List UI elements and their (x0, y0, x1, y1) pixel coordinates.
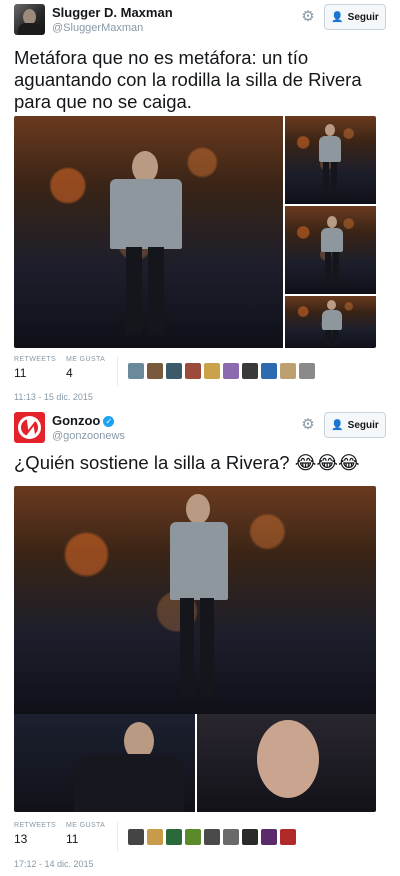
retweet-count[interactable]: RETWEETS 13 (14, 822, 56, 846)
tweet-header: Slugger D. Maxman @SluggerMaxman ⚙ 👤 Seg… (14, 4, 386, 38)
media-photo-2[interactable] (285, 116, 376, 204)
tweet-media[interactable] (14, 116, 376, 348)
media-photo-4[interactable] (285, 296, 376, 348)
avatar[interactable] (14, 412, 45, 443)
liker-avatars (128, 363, 315, 379)
liker-avatar[interactable] (223, 363, 239, 379)
follow-button[interactable]: 👤 Seguir (324, 4, 386, 30)
person-add-icon: 👤 (331, 419, 344, 431)
media-photo-2[interactable] (14, 714, 195, 812)
like-count[interactable]: ME GUSTA 11 (66, 822, 105, 846)
tweet-stats: RETWEETS 11 ME GUSTA 4 (14, 356, 386, 386)
liker-avatar[interactable] (128, 829, 144, 845)
likes-label: ME GUSTA (66, 356, 106, 363)
liker-avatar[interactable] (147, 829, 163, 845)
liker-avatar[interactable] (128, 363, 144, 379)
avatar-body (18, 23, 41, 35)
likes-value: 11 (66, 832, 79, 846)
liker-avatar[interactable] (280, 363, 296, 379)
stats-divider (117, 822, 118, 852)
like-count[interactable]: ME GUSTA 4 (66, 356, 105, 380)
tweet-header: Gonzoo ✓ @gonzoonews ⚙ 👤 Seguir (14, 412, 386, 446)
likes-label: ME GUSTA (66, 822, 106, 829)
liker-avatar[interactable] (185, 829, 201, 845)
liker-avatar[interactable] (261, 829, 277, 845)
liker-avatars (128, 829, 296, 845)
liker-avatar[interactable] (166, 363, 182, 379)
media-photo-main[interactable] (14, 116, 283, 348)
liker-avatar[interactable] (223, 829, 239, 845)
gear-icon[interactable]: ⚙ (300, 9, 316, 25)
follow-label: Seguir (347, 11, 379, 23)
tweet-timestamp[interactable]: 11:13 - 15 dic. 2015 (14, 392, 93, 402)
liker-avatar[interactable] (147, 363, 163, 379)
liker-avatar[interactable] (299, 363, 315, 379)
photo-figure (102, 151, 192, 341)
retweets-value: 11 (14, 366, 27, 380)
user-handle[interactable]: @SluggerMaxman (52, 22, 143, 34)
tweet-media[interactable] (14, 486, 376, 812)
follow-button[interactable]: 👤 Seguir (324, 412, 386, 438)
follow-label: Seguir (347, 419, 379, 431)
tweet-stats: RETWEETS 13 ME GUSTA 11 (14, 822, 386, 852)
verified-badge-icon: ✓ (103, 416, 115, 427)
liker-avatar[interactable] (185, 363, 201, 379)
avatar[interactable] (14, 4, 45, 35)
retweets-value: 13 (14, 832, 28, 846)
likes-value: 4 (66, 366, 73, 380)
tweet-text: Metáfora que no es metáfora: un tío agua… (14, 47, 362, 112)
media-photo-3[interactable] (285, 206, 376, 294)
display-name[interactable]: Slugger D. Maxman (52, 5, 173, 20)
gear-icon[interactable]: ⚙ (300, 417, 316, 433)
photo-figure (164, 494, 234, 704)
tweet-1: Slugger D. Maxman @SluggerMaxman ⚙ 👤 Seg… (0, 0, 400, 402)
tweet-text: ¿Quién sostiene la silla a Rivera? 😂😂😂 (14, 452, 360, 473)
liker-avatar[interactable] (280, 829, 296, 845)
liker-avatar[interactable] (242, 363, 258, 379)
display-name[interactable]: Gonzoo ✓ (52, 413, 115, 428)
retweets-label: RETWEETS (14, 822, 57, 829)
retweet-count[interactable]: RETWEETS 11 (14, 356, 56, 380)
retweets-label: RETWEETS (14, 356, 57, 363)
stats-divider (117, 356, 118, 386)
media-photo-3[interactable] (197, 714, 376, 812)
tweet-timestamp[interactable]: 17:12 - 14 dic. 2015 (14, 859, 94, 869)
liker-avatar[interactable] (242, 829, 258, 845)
liker-avatar[interactable] (261, 363, 277, 379)
user-handle[interactable]: @gonzoonews (52, 430, 125, 442)
liker-avatar[interactable] (166, 829, 182, 845)
media-photo-main[interactable] (14, 486, 376, 714)
display-name-text: Gonzoo (52, 413, 101, 428)
liker-avatar[interactable] (204, 363, 220, 379)
tweet-2: Gonzoo ✓ @gonzoonews ⚙ 👤 Seguir ¿Quién so… (0, 404, 400, 876)
person-add-icon: 👤 (331, 11, 344, 23)
liker-avatar[interactable] (204, 829, 220, 845)
